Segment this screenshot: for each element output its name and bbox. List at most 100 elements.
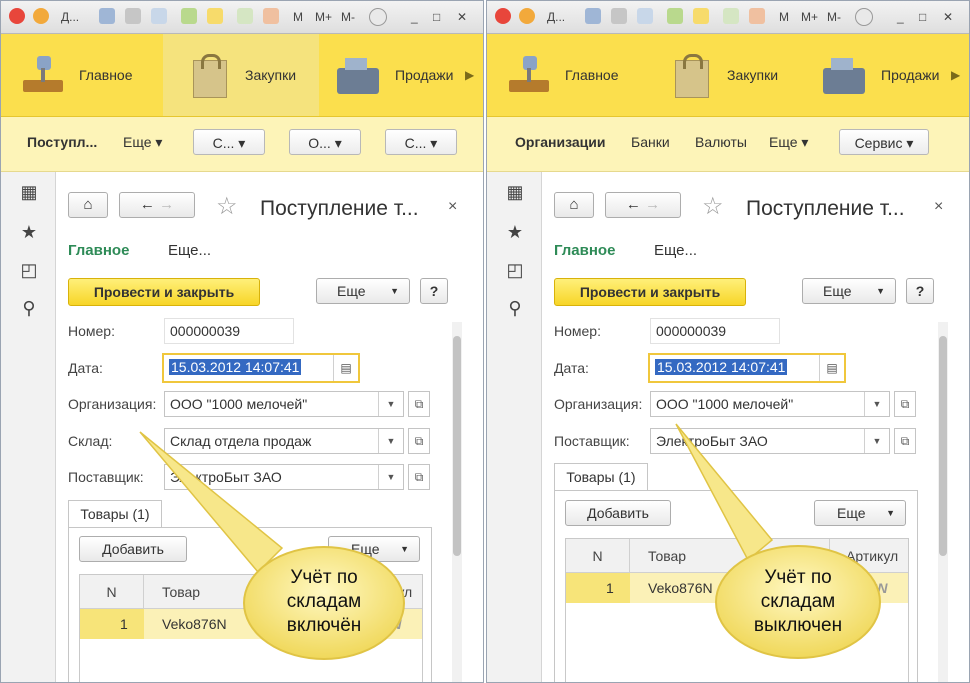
add-button[interactable]: Добавить [565,500,671,526]
save-icon[interactable] [99,8,115,24]
warehouse-open-icon[interactable]: ⧉ [408,428,430,454]
date-field[interactable]: 15.03.2012 14:07:41 ▤ [162,353,360,383]
back-icon[interactable]: ← [140,196,155,213]
calendar-picker-icon[interactable]: ▤ [333,355,358,381]
home-button[interactable]: ⌂ [554,192,594,218]
cmd-active-item[interactable]: Поступл... [27,134,97,150]
cmd-dropdown-2[interactable]: О... ▾ [289,129,361,155]
back-forward-buttons[interactable]: ← → [605,192,681,218]
supplier-open-icon[interactable]: ⧉ [894,428,916,454]
memory-m[interactable]: M [779,7,789,27]
close-form-icon[interactable]: × [448,198,457,216]
cmd-dropdown-3[interactable]: С... ▾ [385,129,457,155]
search-icon[interactable]: ⚲ [505,298,525,318]
sections-scroll-right-icon[interactable]: ▶ [465,68,474,82]
cmd-more[interactable]: Еще ▾ [769,134,808,151]
form-scrollbar-thumb[interactable] [939,336,947,556]
form-scrollbar-thumb[interactable] [453,336,461,556]
tab-more[interactable]: Еще... [168,242,211,259]
organization-open-icon[interactable]: ⧉ [894,391,916,417]
section-purchases[interactable]: Закупки [163,34,319,116]
calendar-icon[interactable] [749,8,765,24]
minimize-icon[interactable]: _ [411,7,418,27]
info-icon[interactable] [855,8,873,26]
help-button[interactable]: ? [906,278,934,304]
star-favorite-icon[interactable]: ☆ [216,192,238,221]
maximize-icon[interactable]: □ [919,7,926,27]
section-sales[interactable]: Продажи [333,34,473,116]
star-favorite-icon[interactable]: ☆ [702,192,724,221]
calculator-icon[interactable] [237,8,253,24]
form-scrollbar[interactable] [938,322,948,682]
col-n[interactable]: N [80,575,144,609]
number-field[interactable]: 000000039 [650,318,780,344]
minimize-icon[interactable]: _ [897,7,904,27]
history-icon[interactable]: ◰ [505,260,525,280]
print-icon[interactable] [611,8,627,24]
favorites-star-icon[interactable]: ★ [505,222,525,242]
cmd-banks[interactable]: Банки [631,134,670,150]
organization-dropdown-icon[interactable]: ▼ [864,392,889,416]
goods-tab[interactable]: Товары (1) [68,500,162,528]
supplier-field[interactable]: ЭлектроБыт ЗАО ▼ [650,428,890,454]
1c-logo-icon[interactable] [495,8,511,24]
section-main[interactable]: Главное [503,34,643,116]
forward-icon[interactable]: → [159,196,174,213]
memory-m-minus[interactable]: M- [827,7,841,27]
search-icon[interactable]: ⚲ [19,298,39,318]
preview-icon[interactable] [637,8,653,24]
calculator-icon[interactable] [723,8,739,24]
cmd-organizations[interactable]: Организации [515,134,606,150]
tab-more[interactable]: Еще... [654,242,697,259]
section-sales[interactable]: Продажи [819,34,959,116]
cmd-more[interactable]: Еще ▾ [123,134,162,151]
favorites-icon[interactable] [207,8,223,24]
form-scrollbar[interactable] [452,322,462,682]
date-field[interactable]: 15.03.2012 14:07:41 ▤ [648,353,846,383]
supplier-dropdown-icon[interactable]: ▼ [864,429,889,453]
info-icon[interactable] [369,8,387,26]
organization-open-icon[interactable]: ⧉ [408,391,430,417]
memory-m-minus[interactable]: M- [341,7,355,27]
history-icon[interactable]: ◰ [19,260,39,280]
main-menu-icon[interactable] [519,8,535,24]
memory-m[interactable]: M [293,7,303,27]
sections-scroll-right-icon[interactable]: ▶ [951,68,960,82]
close-window-icon[interactable]: ✕ [943,7,953,27]
favorites-icon[interactable] [693,8,709,24]
favorites-star-icon[interactable]: ★ [19,222,39,242]
save-icon[interactable] [585,8,601,24]
tab-main[interactable]: Главное [554,242,615,259]
add-button[interactable]: Добавить [79,536,187,562]
home-button[interactable]: ⌂ [68,192,108,218]
preview-icon[interactable] [151,8,167,24]
more-button[interactable]: Еще ▼ [316,278,410,304]
apps-grid-icon[interactable]: ▦ [19,182,39,202]
main-menu-icon[interactable] [33,8,49,24]
organization-field[interactable]: ООО "1000 мелочей" ▼ [164,391,404,417]
add-favorite-icon[interactable] [181,8,197,24]
help-button[interactable]: ? [420,278,448,304]
warehouse-dropdown-icon[interactable]: ▼ [378,429,403,453]
cmd-currencies[interactable]: Валюты [695,134,747,150]
post-and-close-button[interactable]: Провести и закрыть [68,278,260,306]
section-main[interactable]: Главное [17,34,157,116]
supplier-dropdown-icon[interactable]: ▼ [378,465,403,489]
calendar-icon[interactable] [263,8,279,24]
cmd-service[interactable]: Сервис ▾ [839,129,929,155]
organization-field[interactable]: ООО "1000 мелочей" ▼ [650,391,890,417]
table-more-button[interactable]: Еще ▼ [814,500,906,526]
organization-dropdown-icon[interactable]: ▼ [378,392,403,416]
memory-m-plus[interactable]: M+ [315,7,332,27]
col-n[interactable]: N [566,539,630,573]
more-button[interactable]: Еще ▼ [802,278,896,304]
1c-logo-icon[interactable] [9,8,25,24]
calendar-picker-icon[interactable]: ▤ [819,355,844,381]
post-and-close-button[interactable]: Провести и закрыть [554,278,746,306]
back-forward-buttons[interactable]: ← → [119,192,195,218]
add-favorite-icon[interactable] [667,8,683,24]
close-window-icon[interactable]: ✕ [457,7,467,27]
supplier-open-icon[interactable]: ⧉ [408,464,430,490]
print-icon[interactable] [125,8,141,24]
apps-grid-icon[interactable]: ▦ [505,182,525,202]
